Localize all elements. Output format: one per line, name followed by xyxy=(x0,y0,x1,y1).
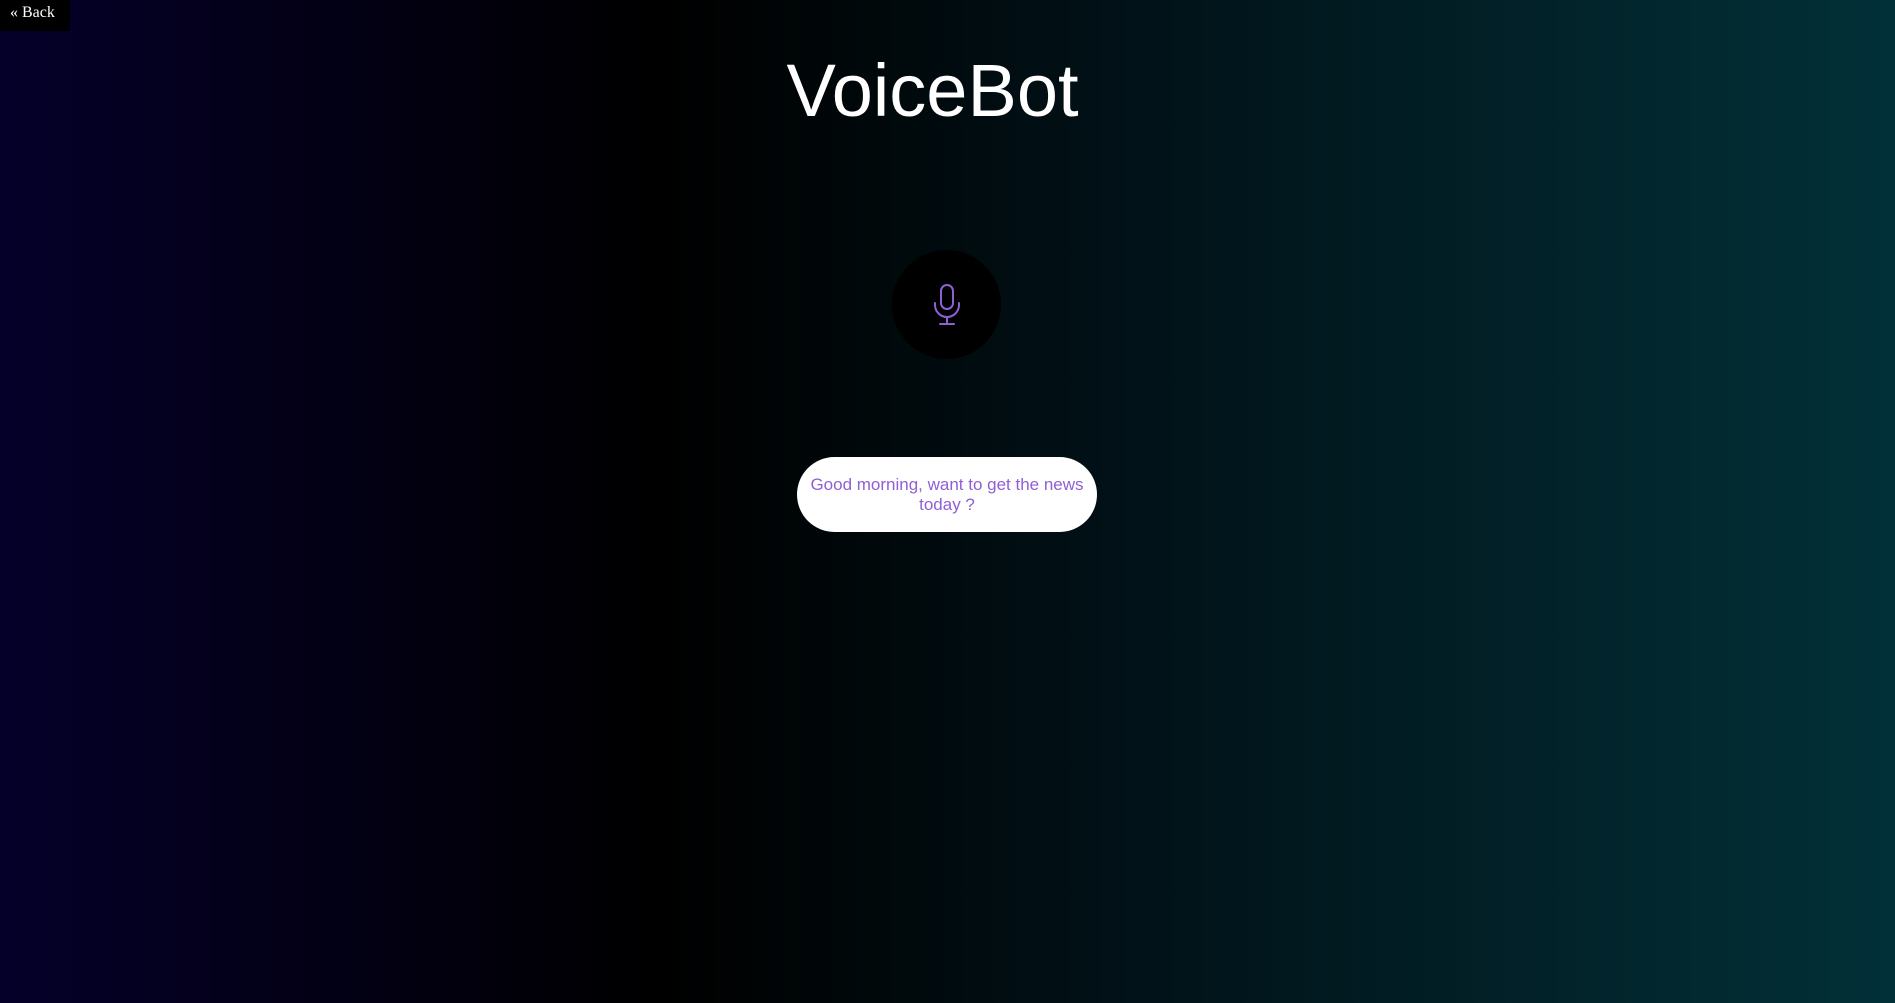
microphone-icon xyxy=(927,281,967,329)
back-link[interactable]: « Back xyxy=(0,0,70,31)
microphone-button[interactable] xyxy=(892,250,1001,359)
message-text: Good morning, want to get the news today… xyxy=(810,474,1084,514)
message-bubble: Good morning, want to get the news today… xyxy=(797,457,1097,532)
page-title: VoiceBot xyxy=(786,49,1079,132)
